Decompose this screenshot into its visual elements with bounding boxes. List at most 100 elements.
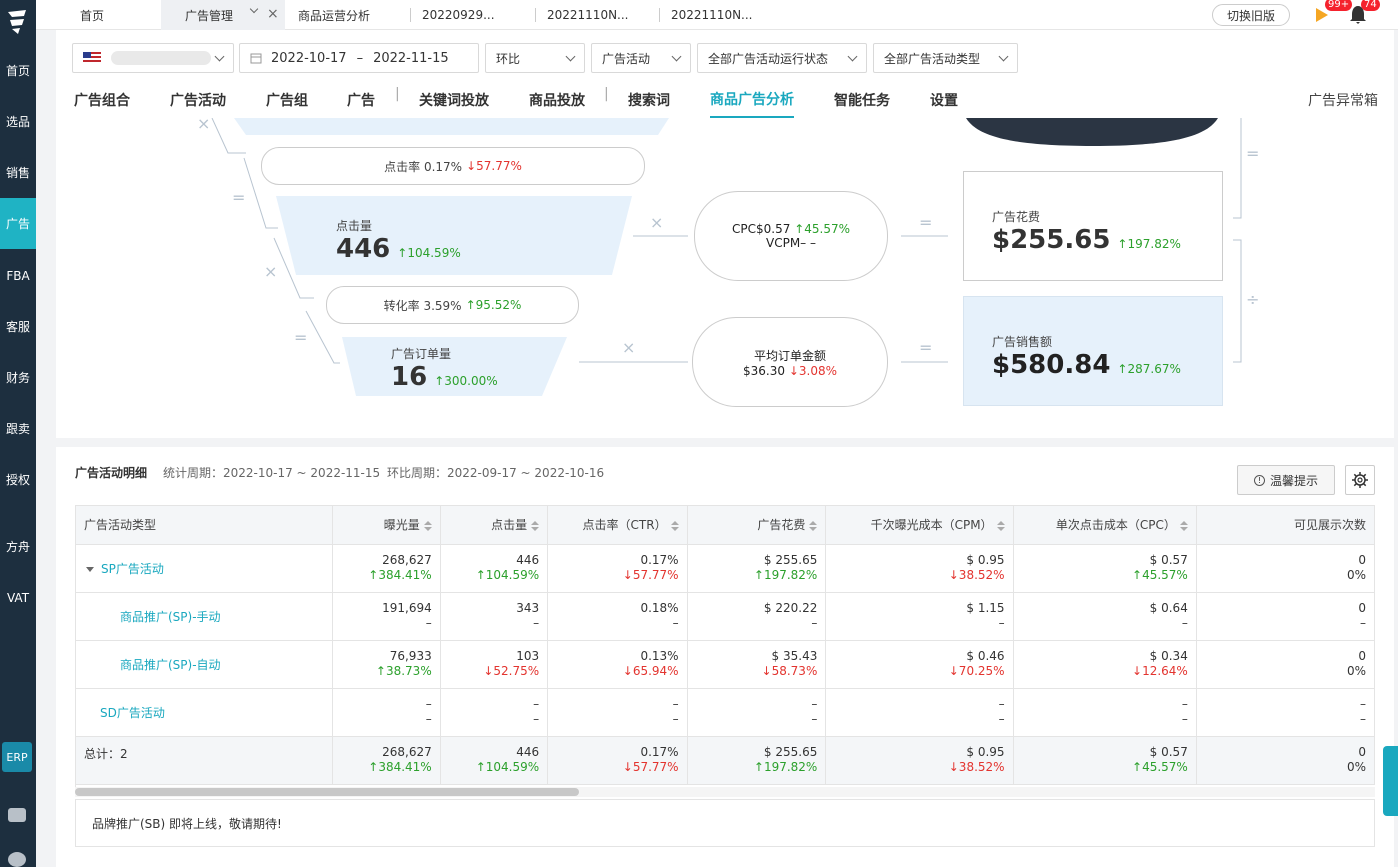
tab-product-ops[interactable]: 商品运营分析 [298,0,370,30]
metric-value: 0 [1358,649,1366,663]
col-cpm[interactable]: 千次曝光成本（CPM） [825,506,1014,545]
col-label: 点击率（CTR） [582,518,667,533]
status-select[interactable]: 全部广告活动运行状态 [697,43,867,73]
total-label: 总计：2 [84,746,128,761]
store-select[interactable] [72,43,234,73]
float-side-button[interactable] [1383,746,1398,816]
level-select[interactable]: 广告活动 [591,43,691,73]
spend-label: 广告花费 [992,210,1041,224]
sidebar-item-ark[interactable]: 方舟 [0,521,36,572]
col-cpc[interactable]: 单次点击成本（CPC） [1013,506,1197,545]
sort-icon[interactable] [531,520,540,531]
sidebar-item-finance[interactable]: 财务 [0,352,36,403]
info-icon: ! [1253,474,1265,486]
switch-old-version-button[interactable]: 切换旧版 [1212,4,1290,26]
sidebar-item-selection[interactable]: 选品 [0,96,36,147]
sidebar-item-home[interactable]: 首页 [0,45,36,96]
nav-keyword-targeting[interactable]: 关键词投放 [419,82,489,118]
nav-smart-tasks[interactable]: 智能任务 [834,82,890,118]
nav-product-targeting[interactable]: 商品投放 [529,82,585,118]
sidebar-item-sales[interactable]: 销售 [0,147,36,198]
tab-home[interactable]: 首页 [80,0,104,30]
ad-anomaly-box-link[interactable]: 广告异常箱 [1308,82,1378,118]
metric-cell: – – [440,688,549,737]
user-icon[interactable] [8,852,26,867]
aov-label: 平均订单金额 [753,348,826,363]
col-spend[interactable]: 广告花费 [687,506,827,545]
top-dark-shape [966,118,1218,146]
sidebar-item-fba[interactable]: FBA [0,250,36,301]
main-content: 2022-10-17 – 2022-11-15 环比 广告活动 全部广告活动运行… [56,30,1398,867]
vcpm-label: VCPM– – [766,236,816,250]
campaign-type-link[interactable]: SD广告活动 [100,706,165,720]
campaign-type-link[interactable]: SP广告活动 [101,562,164,576]
metric-cell: 0 0% [1196,640,1375,689]
nav-settings[interactable]: 设置 [930,82,958,118]
nav-ad-group[interactable]: 广告组 [266,82,308,118]
ctr-pill: 点击率 0.17% ↓57.77% [261,147,645,185]
sort-icon[interactable] [1179,520,1188,531]
sidebar-item-ads[interactable]: 广告 [0,198,36,249]
chevron-down-icon[interactable] [249,4,259,14]
table-scroll: 广告活动类型 曝光量 点击量 点击率（CTR） 广告花费 千次曝光成本（CPM）… [75,505,1375,795]
sidebar-item-service[interactable]: 客服 [0,301,36,352]
compare-select[interactable]: 环比 [485,43,585,73]
metric-value: – [1181,697,1188,711]
metric-cell: $ 0.57 ↑45.57% [1013,736,1197,785]
settings-button[interactable] [1345,465,1375,495]
tip-button[interactable]: ! 温馨提示 [1237,465,1335,495]
tab-ad-management[interactable]: 广告管理 × [161,0,285,30]
sidebar-item-auth[interactable]: 授权 [0,454,36,505]
metric-change: – [1360,712,1366,726]
tab-report-2[interactable]: 20221110N... [547,0,629,30]
date-range-picker[interactable]: 2022-10-17 – 2022-11-15 [239,43,479,73]
type-select[interactable]: 全部广告活动类型 [873,43,1018,73]
metric-cell: $ 0.46 ↓70.25% [825,640,1014,689]
sort-icon[interactable] [670,520,679,531]
col-clicks[interactable]: 点击量 [440,506,549,545]
spend-value: $255.65 [992,225,1111,255]
tab-report-3[interactable]: 20221110N... [671,0,753,30]
sort-icon[interactable] [423,520,432,531]
sb-notice-text: 品牌推广(SB) 即将上线，敬请期待! [92,816,282,831]
sales-change: ↑287.67% [1117,362,1181,376]
metric-cell: 0.17% ↓57.77% [547,544,688,593]
metric-change: – [811,712,818,726]
sidebar-item-vat[interactable]: VAT [0,572,36,623]
nav-portfolio[interactable]: 广告组合 [74,82,130,118]
scrollbar-thumb[interactable] [75,788,579,796]
tip-label: 温馨提示 [1269,473,1318,488]
col-ctr[interactable]: 点击率（CTR） [547,506,688,545]
cvr-label: 转化率 3.59% [383,298,462,313]
col-impressions[interactable]: 曝光量 [332,506,441,545]
close-icon[interactable]: × [267,6,279,22]
bell-badge: 74 [1361,0,1380,11]
metric-cell: $ 35.43 ↓58.73% [687,640,827,689]
sort-icon[interactable] [809,520,818,531]
nav-ad[interactable]: 广告 [347,82,375,118]
metric-cell: 0 0% [1196,736,1375,785]
sort-icon[interactable] [996,520,1005,531]
tab-report-1[interactable]: 20220929... [422,0,495,30]
col-viewable-impressions[interactable]: 可见展示次数 [1196,506,1375,545]
campaign-type-cell: 商品推广(SP)-手动 [76,592,334,641]
campaign-type-link[interactable]: 商品推广(SP)-自动 [120,658,221,672]
app-logo-icon[interactable] [6,8,30,36]
nav-product-ad-analysis[interactable]: 商品广告分析 [710,82,794,118]
metric-value: 0.18% [640,601,679,615]
metric-cell: 0.18% – [547,592,688,641]
nav-search-terms[interactable]: 搜索词 [628,82,670,118]
metric-cell: 343– [440,592,549,641]
database-icon[interactable] [8,808,26,822]
caret-down-icon[interactable] [86,566,94,572]
detail-period: 统计周期：2022-10-17 ~ 2022-11-15 [163,466,381,480]
sidebar-item-follow-sell[interactable]: 跟卖 [0,403,36,454]
horizontal-scrollbar[interactable] [75,787,1375,797]
campaign-type-link[interactable]: 商品推广(SP)-手动 [120,610,221,624]
metric-change: – [533,712,540,726]
col-campaign-type: 广告活动类型 [76,506,334,545]
metric-value: $ 0.57 [1149,745,1188,759]
erp-button[interactable]: ERP [2,742,32,772]
nav-campaign[interactable]: 广告活动 [170,82,226,118]
times-operator: × [650,213,664,232]
